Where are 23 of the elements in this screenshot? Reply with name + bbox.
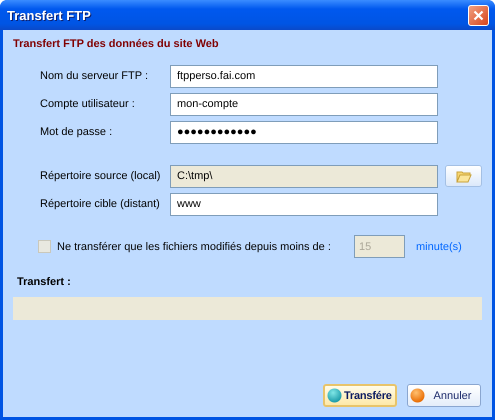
close-button[interactable] [468, 4, 489, 26]
field-label: Répertoire cible (distant) [40, 198, 161, 210]
text-field[interactable]: ●●●●●●●●●●●● [170, 120, 438, 144]
text-field[interactable]: ftpperso.fai.com [170, 64, 438, 88]
field-label: Nom du serveur FTP : [40, 70, 149, 82]
cancel-button[interactable]: Annuler [407, 384, 481, 407]
orb-icon [327, 388, 342, 403]
checkbox-label: Ne transférer que les fichiers modifiés depuis moins de : [57, 240, 332, 254]
close-icon [473, 10, 484, 20]
unit-label: minute(s) [416, 240, 462, 252]
field-label: Répertoire source (local) [40, 170, 162, 182]
orb-icon [410, 388, 425, 403]
browse-button[interactable] [445, 165, 482, 187]
text-field[interactable]: mon-compte [170, 92, 438, 116]
transfer-label: Transfert : [17, 276, 72, 288]
folder-icon [456, 170, 472, 182]
section-heading: Transfert FTP des données du site Web [13, 38, 220, 50]
window-title: Transfert FTP [7, 8, 91, 22]
text-field[interactable]: C:\tmp\ [170, 164, 438, 188]
text-field[interactable]: www [170, 192, 438, 216]
confirm-button[interactable]: Transfére [323, 384, 397, 407]
field-label: Compte utilisateur : [40, 98, 136, 110]
field-label: Mot de passe : [40, 126, 114, 138]
